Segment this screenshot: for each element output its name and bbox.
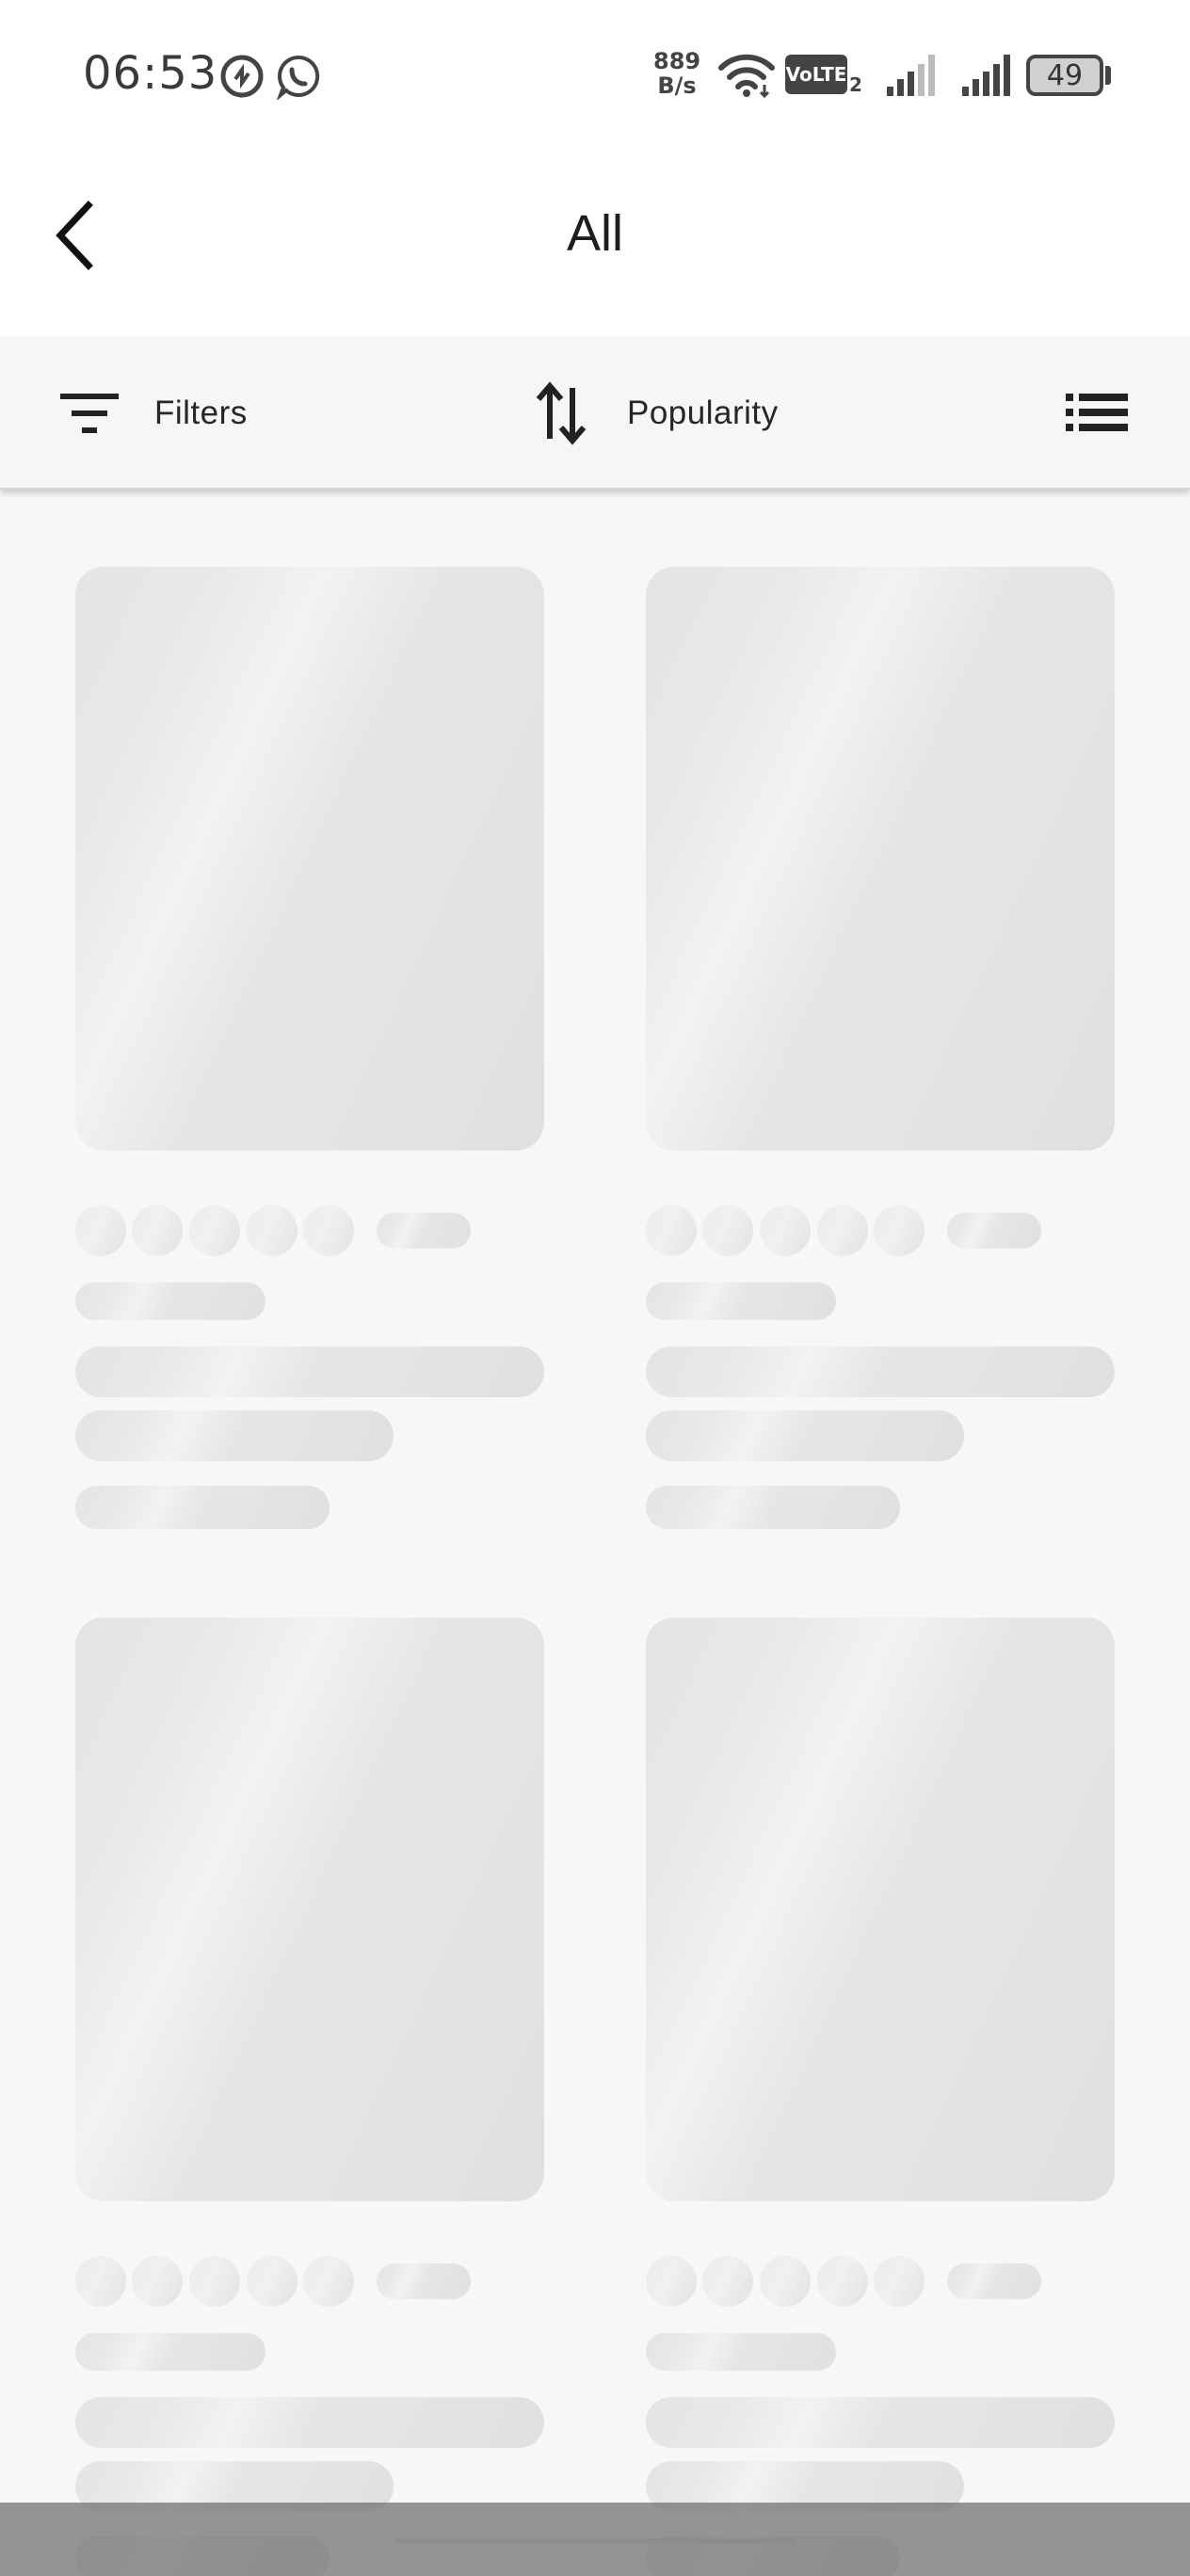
rating-star-placeholder: [75, 2256, 126, 2307]
sort-button[interactable]: Popularity: [533, 337, 779, 490]
net-speed: 889 B/s: [653, 49, 700, 98]
brand-placeholder: [646, 1282, 836, 1320]
rating-star-placeholder: [874, 1205, 925, 1256]
sort-label: Popularity: [627, 394, 779, 431]
product-card-placeholder: [646, 1618, 1115, 2576]
battery-indicator: 49: [1026, 55, 1103, 96]
status-bar: 06:53 889 B/s VoLTE 2 49: [0, 0, 1190, 151]
rating-star-placeholder: [189, 2256, 240, 2307]
back-arrow-icon: [56, 201, 93, 270]
volte-badge: VoLTE: [785, 55, 847, 94]
product-card-placeholder: [646, 567, 1115, 1533]
rating-star-placeholder: [760, 1205, 811, 1256]
product-image-placeholder: [646, 1618, 1115, 2201]
screen: 06:53 889 B/s VoLTE 2 49 All Filters Pop…: [0, 0, 1190, 2576]
rating-star-placeholder: [874, 2256, 925, 2307]
price-placeholder: [75, 1486, 330, 1529]
data-saver-icon: [220, 55, 264, 98]
product-name-placeholder: [75, 1410, 394, 1461]
rating-count-placeholder: [377, 2263, 471, 2299]
net-speed-unit: B/s: [657, 72, 697, 99]
rating-star-placeholder: [132, 1205, 183, 1256]
home-indicator[interactable]: [395, 2538, 795, 2544]
list-view-icon: [1066, 394, 1128, 431]
battery-tip: [1105, 66, 1111, 85]
product-card-placeholder: [75, 567, 544, 1533]
app-bar: All: [0, 151, 1190, 337]
rating-star-placeholder: [702, 1205, 753, 1256]
product-grid: [75, 567, 1115, 2576]
filters-button[interactable]: Filters: [56, 337, 248, 490]
rating-star-placeholder: [303, 1205, 354, 1256]
rating-star-placeholder: [303, 2256, 354, 2307]
rating-star-placeholder: [75, 1205, 126, 1256]
product-name-placeholder: [646, 1410, 964, 1461]
brand-placeholder: [75, 1282, 265, 1320]
rating-star-placeholder: [247, 2256, 298, 2307]
filters-label: Filters: [154, 394, 248, 431]
whatsapp-icon: [276, 55, 320, 100]
rating-star-placeholder: [646, 1205, 697, 1256]
sort-arrows-icon: [536, 381, 587, 445]
rating-star-placeholder: [132, 2256, 183, 2307]
product-image-placeholder: [75, 567, 544, 1151]
rating-count-placeholder: [947, 1213, 1041, 1248]
price-placeholder: [646, 1486, 900, 1529]
rating-star-placeholder: [702, 2256, 753, 2307]
page-title: All: [566, 205, 623, 262]
product-name-placeholder: [646, 1346, 1115, 1397]
filter-icon: [60, 394, 119, 433]
rating-count-placeholder: [947, 2263, 1041, 2299]
product-image-placeholder: [646, 567, 1115, 1151]
product-name-placeholder: [75, 2397, 544, 2448]
brand-placeholder: [646, 2333, 836, 2371]
signal-sim1-icon: [962, 55, 1010, 96]
rating-star-placeholder: [817, 1205, 868, 1256]
product-name-placeholder: [646, 2397, 1115, 2448]
filter-sort-toolbar: Filters Popularity: [0, 337, 1190, 490]
status-time: 06:53: [83, 47, 218, 100]
net-speed-value: 889: [653, 48, 701, 74]
signal-sim2-icon: [887, 55, 935, 96]
brand-placeholder: [75, 2333, 265, 2371]
rating-star-placeholder: [817, 2256, 868, 2307]
rating-star-placeholder: [189, 1205, 240, 1256]
rating-count-placeholder: [377, 1213, 471, 1248]
volte-sim-number: 2: [849, 73, 862, 96]
rating-star-placeholder: [646, 2256, 697, 2307]
product-name-placeholder: [75, 1346, 544, 1397]
back-button[interactable]: [38, 188, 113, 282]
rating-star-placeholder: [760, 2256, 811, 2307]
rating-star-placeholder: [247, 1205, 298, 1256]
list-view-toggle[interactable]: [1064, 384, 1139, 441]
product-card-placeholder: [75, 1618, 544, 2576]
wifi-icon: [718, 54, 775, 98]
product-image-placeholder: [75, 1618, 544, 2201]
